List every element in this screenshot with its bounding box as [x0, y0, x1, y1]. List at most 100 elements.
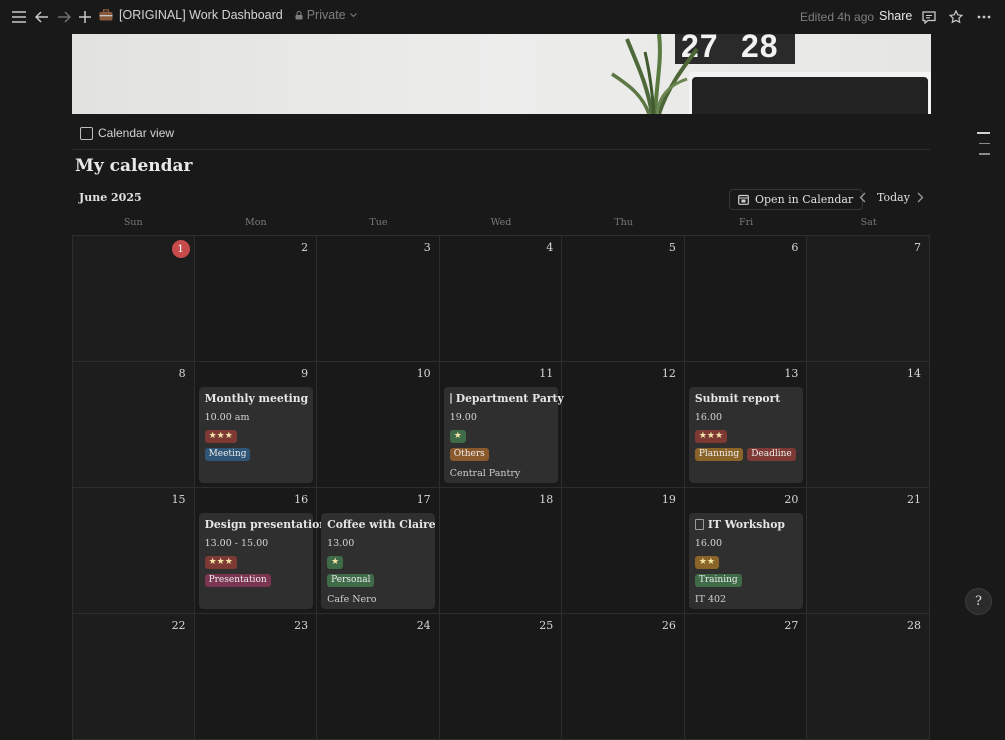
- view-tabs: Calendar view: [72, 118, 930, 150]
- day-cell[interactable]: 5: [562, 236, 685, 362]
- day-number: 17: [416, 493, 431, 506]
- back-icon[interactable]: [33, 8, 51, 26]
- day-cell[interactable]: 7: [807, 236, 930, 362]
- plus-icon[interactable]: [76, 8, 94, 26]
- weekday-label: Fri: [739, 217, 754, 228]
- day-cell[interactable]: 28: [807, 614, 930, 740]
- day-cell[interactable]: 12: [562, 362, 685, 488]
- event-tag: Meeting: [204, 448, 251, 461]
- day-cell[interactable]: 27: [684, 614, 808, 740]
- table-of-contents[interactable]: [977, 132, 990, 164]
- weekday-label: Tue: [369, 217, 388, 228]
- forward-icon[interactable]: [55, 8, 73, 26]
- priority-stars: ★★★: [204, 430, 237, 443]
- event-card[interactable]: IT Workshop 16.00 ★★ Training IT 402: [688, 513, 803, 609]
- event-card[interactable]: Design presentation 13.00 - 15.00 ★★★ Pr…: [198, 513, 327, 609]
- event-tag: Planning: [694, 448, 744, 461]
- event-location: Central Pantry: [449, 468, 521, 479]
- day-number: 24: [416, 619, 431, 632]
- event-title: Monthly meeting: [204, 392, 309, 405]
- weekday-header: Sun Mon Tue Wed Thu Fri Sat: [72, 217, 930, 228]
- day-cell[interactable]: 22: [72, 614, 195, 740]
- day-number: 11: [539, 367, 554, 380]
- menu-icon[interactable]: [10, 8, 28, 26]
- event-title: Submit report: [694, 392, 781, 405]
- day-number: 23: [294, 619, 309, 632]
- today-button[interactable]: Today: [877, 191, 910, 204]
- day-cell[interactable]: 9 Monthly meeting 10.00 am ★★★ Meeting: [194, 362, 318, 488]
- day-number: 5: [668, 241, 676, 254]
- day-cell[interactable]: 21: [807, 488, 930, 614]
- share-button[interactable]: Share: [879, 9, 912, 23]
- day-cell[interactable]: 11 Department Party 19.00 ★ Others Centr…: [439, 362, 564, 488]
- day-cell[interactable]: 13 Submit report 16.00 ★★★ Planning Dead…: [684, 362, 808, 488]
- day-cell[interactable]: 23: [194, 614, 318, 740]
- day-number: 20: [784, 493, 799, 506]
- event-time: 10.00 am: [204, 412, 250, 423]
- day-cell[interactable]: 2: [194, 236, 318, 362]
- day-cell[interactable]: 24: [317, 614, 440, 740]
- tab-calendar-view[interactable]: Calendar view: [98, 126, 174, 140]
- day-number: 19: [661, 493, 676, 506]
- today-date-badge: 1: [171, 240, 190, 258]
- day-cell[interactable]: 4: [439, 236, 563, 362]
- day-cell[interactable]: 20 IT Workshop 16.00 ★★ Training IT 402: [684, 488, 808, 614]
- event-card[interactable]: Department Party 19.00 ★ Others Central …: [443, 387, 564, 483]
- day-cell[interactable]: 1: [72, 236, 195, 362]
- next-month-button[interactable]: [917, 191, 924, 206]
- day-number: 3: [423, 241, 431, 254]
- event-tag: Personal: [327, 574, 375, 587]
- day-number: 4: [546, 241, 554, 254]
- day-cell[interactable]: 10: [317, 362, 440, 488]
- day-number: 28: [906, 619, 921, 632]
- event-title: IT Workshop: [707, 518, 785, 531]
- event-tag: Others: [449, 448, 489, 461]
- event-title: Coffee with Claire: [327, 518, 436, 531]
- event-time: 16.00: [694, 412, 723, 423]
- help-button[interactable]: ?: [965, 588, 992, 615]
- day-number: 25: [539, 619, 554, 632]
- priority-stars: ★: [327, 556, 344, 569]
- calendar-title[interactable]: My calendar: [75, 156, 192, 176]
- event-card[interactable]: Submit report 16.00 ★★★ Planning Deadlin…: [688, 387, 803, 483]
- day-cell[interactable]: 26: [562, 614, 685, 740]
- day-cell[interactable]: 18: [439, 488, 563, 614]
- day-number: 8: [178, 367, 186, 380]
- day-cell[interactable]: 17 Coffee with Claire 13.00 ★ Personal C…: [317, 488, 440, 614]
- help-label: ?: [975, 594, 982, 609]
- day-cell[interactable]: 19: [562, 488, 685, 614]
- day-cell[interactable]: 25: [439, 614, 563, 740]
- day-cell[interactable]: 3: [317, 236, 440, 362]
- weekday-label: Sun: [123, 217, 143, 228]
- privacy-selector[interactable]: Private: [295, 8, 357, 22]
- lock-icon: [295, 10, 303, 19]
- day-number: 15: [171, 493, 186, 506]
- comment-icon[interactable]: [920, 8, 938, 26]
- day-cell[interactable]: 16 Design presentation 13.00 - 15.00 ★★★…: [194, 488, 327, 614]
- page-icon: [694, 519, 704, 530]
- day-number: 9: [301, 367, 309, 380]
- event-location: Cafe Nero: [327, 594, 377, 605]
- day-cell[interactable]: 8: [72, 362, 195, 488]
- day-cell[interactable]: 15: [72, 488, 195, 614]
- day-cell[interactable]: 14: [807, 362, 930, 488]
- priority-stars: ★★: [694, 556, 719, 569]
- day-number: 26: [661, 619, 676, 632]
- event-tag: Presentation: [204, 574, 271, 587]
- breadcrumb[interactable]: [ORIGINAL] Work Dashboard Private: [99, 8, 357, 22]
- previous-month-button[interactable]: [859, 191, 866, 206]
- monitor-screen: [692, 77, 928, 114]
- page-title[interactable]: [ORIGINAL] Work Dashboard: [119, 8, 283, 22]
- chevron-down-icon: [349, 12, 357, 17]
- open-in-calendar-button[interactable]: Open in Calendar: [729, 189, 864, 210]
- day-number: 16: [294, 493, 309, 506]
- day-number: 14: [906, 367, 921, 380]
- weekday-label: Sat: [860, 217, 877, 228]
- event-card[interactable]: Monthly meeting 10.00 am ★★★ Meeting: [198, 387, 313, 483]
- more-icon[interactable]: [975, 8, 993, 26]
- event-card[interactable]: Coffee with Claire 13.00 ★ Personal Cafe…: [321, 513, 436, 609]
- star-icon[interactable]: [947, 8, 965, 26]
- privacy-label: Private: [306, 8, 346, 22]
- day-number: 7: [913, 241, 921, 254]
- day-cell[interactable]: 6: [684, 236, 808, 362]
